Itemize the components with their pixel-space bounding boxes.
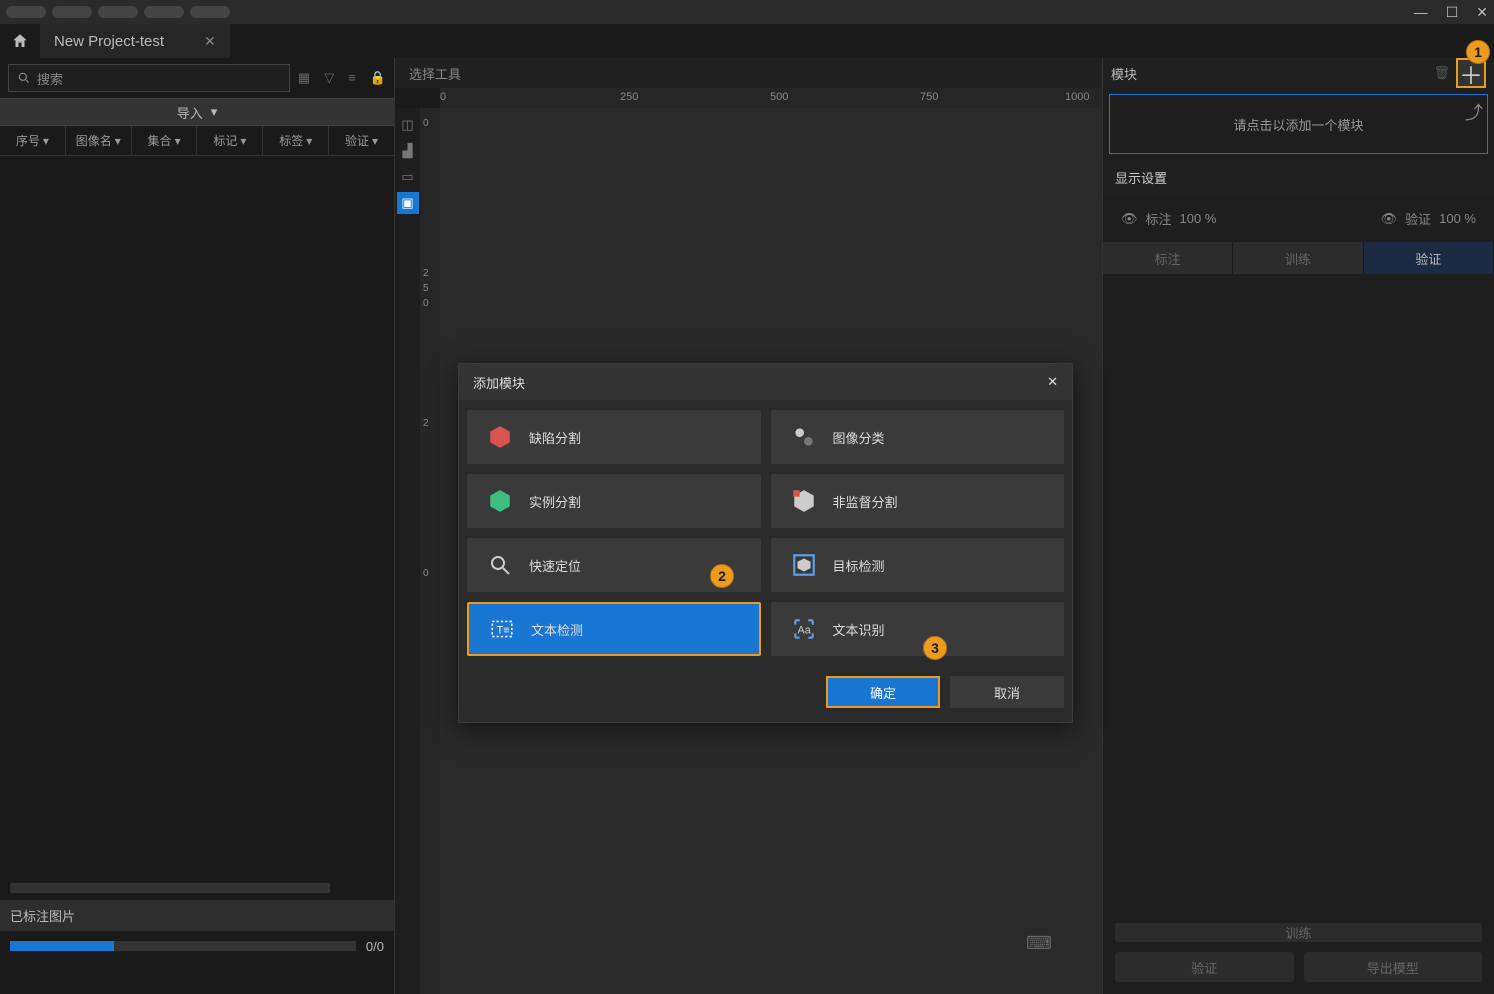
minimize-button[interactable]: — xyxy=(1414,4,1428,21)
svg-text:T≡: T≡ xyxy=(497,624,510,636)
mode-tabs: 标注 训练 验证 xyxy=(1103,242,1494,274)
classification-icon xyxy=(789,422,819,452)
crop-tool-icon[interactable]: ◫ xyxy=(397,114,419,136)
import-label: 导入 xyxy=(177,103,203,122)
callout-3: 3 xyxy=(923,636,947,660)
vis-validate-label: 验证 xyxy=(1405,209,1431,228)
import-button[interactable]: 导入 ▾ xyxy=(0,98,394,126)
modules-header: 模块 🗑 ＋ xyxy=(1103,58,1494,88)
search-placeholder: 搜索 xyxy=(37,69,63,88)
col-label[interactable]: 标签▾ xyxy=(263,126,329,155)
select-tool-icon[interactable]: ▣ xyxy=(397,192,419,214)
eye-icon[interactable]: 👁 xyxy=(1121,211,1138,227)
train-button[interactable]: 训练 xyxy=(1115,923,1482,942)
image-icon[interactable]: ▦ xyxy=(298,70,310,86)
marquee-tool-icon[interactable]: ▭ xyxy=(397,166,419,188)
stamp-tool-icon[interactable]: ▟ xyxy=(397,140,419,162)
window-controls: — ☐ ✕ xyxy=(1414,4,1488,21)
search-input[interactable]: 搜索 xyxy=(8,64,290,92)
text-recog-icon: Aa xyxy=(789,614,819,644)
menu-item[interactable] xyxy=(190,6,230,18)
tab-train[interactable]: 训练 xyxy=(1233,242,1363,274)
right-panel: 模块 🗑 ＋ 请点击以添加一个模块 ⤴ 显示设置 👁 标注 100 % 👁 验证… xyxy=(1102,58,1494,994)
tab-validate[interactable]: 验证 xyxy=(1364,242,1494,274)
close-window-button[interactable]: ✕ xyxy=(1476,4,1488,21)
add-module-placeholder[interactable]: 请点击以添加一个模块 ⤴ xyxy=(1109,94,1488,154)
menu-item[interactable] xyxy=(6,6,46,18)
module-option-image-classification[interactable]: 图像分类 xyxy=(771,410,1065,464)
project-tab-label: New Project-test xyxy=(54,33,164,50)
trash-icon[interactable]: 🗑 xyxy=(1433,65,1450,81)
image-table-header: 序号▾ 图像名▾ 集合▾ 标记▾ 标签▾ 验证▾ xyxy=(0,126,394,156)
lock-icon[interactable]: 🔒 xyxy=(370,70,386,86)
col-set[interactable]: 集合▾ xyxy=(132,126,198,155)
menu-item[interactable] xyxy=(144,6,184,18)
dialog-ok-button[interactable]: 确定 xyxy=(826,676,940,708)
right-panel-body xyxy=(1103,274,1494,911)
image-table-body xyxy=(0,156,394,874)
annotated-images-label: 已标注图片 xyxy=(0,900,394,931)
add-module-hint: 请点击以添加一个模块 xyxy=(1233,115,1363,134)
col-imagename[interactable]: 图像名▾ xyxy=(66,126,132,155)
display-settings-header: 显示设置 xyxy=(1103,160,1494,195)
detection-icon xyxy=(789,550,819,580)
module-option-object-detection[interactable]: 目标检测 xyxy=(771,538,1065,592)
hexagon-icon xyxy=(485,422,515,452)
chevron-down-icon: ▾ xyxy=(211,104,218,120)
menu-bar xyxy=(6,6,230,18)
home-tab[interactable] xyxy=(0,24,40,58)
horizontal-ruler: 0 250 500 750 1000 xyxy=(440,88,1102,108)
hexagon-green-icon xyxy=(485,486,515,516)
tab-annotate[interactable]: 标注 xyxy=(1103,242,1233,274)
svg-text:Aa: Aa xyxy=(797,624,811,636)
module-option-text-detection[interactable]: T≡ 文本检测 xyxy=(467,602,761,656)
arrow-icon: ⤴ xyxy=(1465,99,1483,125)
select-tool-label: 选择工具 xyxy=(395,58,1102,88)
callout-1: 1 xyxy=(1466,40,1490,64)
validate-button[interactable]: 验证 xyxy=(1115,952,1294,982)
visibility-row: 👁 标注 100 % 👁 验证 100 % xyxy=(1103,195,1494,242)
magnifier-icon xyxy=(485,550,515,580)
module-option-defect-segmentation[interactable]: 缺陷分割 xyxy=(467,410,761,464)
list-icon[interactable]: ≡ xyxy=(348,70,356,86)
callout-2: 2 xyxy=(710,564,734,588)
close-tab-icon[interactable]: ✕ xyxy=(204,33,216,50)
image-count: 0/0 xyxy=(366,939,384,954)
modules-title: 模块 xyxy=(1111,64,1137,83)
col-validate[interactable]: 验证▾ xyxy=(329,126,394,155)
eye-icon[interactable]: 👁 xyxy=(1381,211,1398,227)
add-module-dialog: 添加模块 ✕ 缺陷分割 图像分类 实例分割 非监督分割 快速定位 目标检测 T≡ xyxy=(458,363,1073,723)
vertical-ruler: 0 2 5 0 2 0 xyxy=(420,108,440,994)
module-option-unsupervised-segmentation[interactable]: 非监督分割 xyxy=(771,474,1065,528)
dialog-close-icon[interactable]: ✕ xyxy=(1047,374,1058,390)
annotation-progress xyxy=(10,941,356,951)
left-panel: 搜索 ▦ ▽ ≡ 🔒 导入 ▾ 序号▾ 图像名▾ 集合▾ 标记▾ 标签▾ 验证▾… xyxy=(0,58,395,994)
vis-annotate-value: 100 % xyxy=(1180,211,1217,226)
home-icon xyxy=(11,32,29,50)
filter-icon[interactable]: ▽ xyxy=(324,70,334,86)
horizontal-scrollbar[interactable] xyxy=(10,882,384,894)
col-mark[interactable]: 标记▾ xyxy=(197,126,263,155)
menu-item[interactable] xyxy=(52,6,92,18)
vis-validate-value: 100 % xyxy=(1439,211,1476,226)
export-model-button[interactable]: 导出模型 xyxy=(1304,952,1483,982)
hexagon-gray-icon xyxy=(789,486,819,516)
col-index[interactable]: 序号▾ xyxy=(0,126,66,155)
search-icon xyxy=(17,71,31,85)
module-option-instance-segmentation[interactable]: 实例分割 xyxy=(467,474,761,528)
module-option-text-recognition[interactable]: Aa 文本识别 xyxy=(771,602,1065,656)
keyboard-icon[interactable]: ⌨ xyxy=(1026,933,1052,954)
menu-item[interactable] xyxy=(98,6,138,18)
vis-annotate-label: 标注 xyxy=(1146,209,1172,228)
document-tabs: New Project-test ✕ xyxy=(0,24,1494,58)
titlebar: — ☐ ✕ xyxy=(0,0,1494,24)
tool-strip: ◫ ▟ ▭ ▣ xyxy=(395,108,420,994)
dialog-title: 添加模块 xyxy=(473,373,525,392)
text-detect-icon: T≡ xyxy=(487,614,517,644)
project-tab[interactable]: New Project-test ✕ xyxy=(40,24,230,58)
maximize-button[interactable]: ☐ xyxy=(1446,4,1459,21)
dialog-cancel-button[interactable]: 取消 xyxy=(950,676,1064,708)
